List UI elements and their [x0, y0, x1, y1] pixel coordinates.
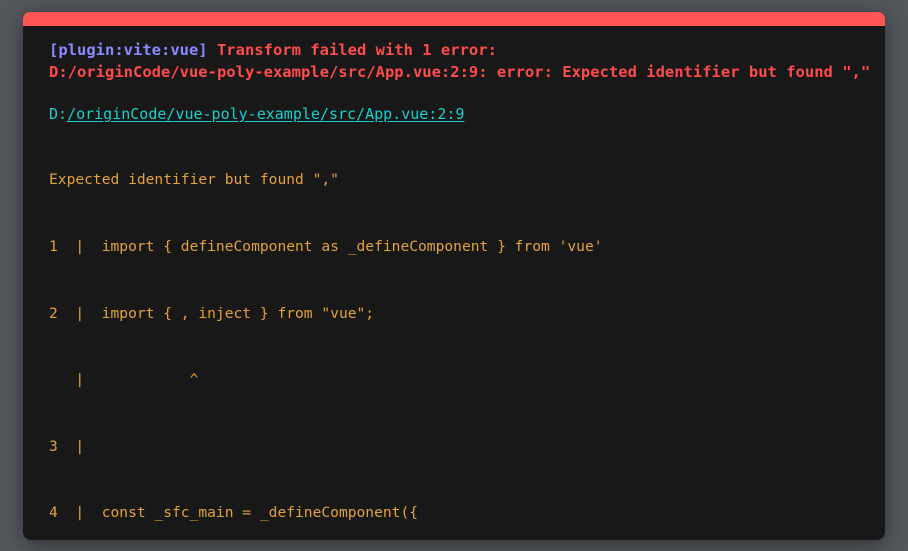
code-frame-line: 4 | const _sfc_main = _defineComponent({: [49, 504, 419, 522]
overlay-content: [plugin:vite:vue] Transform failed with …: [23, 26, 885, 540]
code-frame-caret: | ^: [49, 371, 199, 389]
code-frame-line: 1 | import { defineComponent as _defineC…: [49, 238, 603, 256]
error-detail: D:/originCode/vue-poly-example/src/App.v…: [49, 62, 871, 81]
error-headline: [plugin:vite:vue] Transform failed with …: [49, 40, 859, 62]
code-frame-line: 3 |: [49, 437, 102, 455]
file-link-prefix: D:: [49, 105, 68, 123]
vite-error-overlay: [plugin:vite:vue] Transform failed with …: [23, 12, 885, 540]
error-headline-text: Transform failed with 1 error:: [207, 41, 497, 59]
overlay-accent-bar: [23, 12, 885, 26]
code-frame-reason: Expected identifier but found ",": [49, 171, 339, 189]
code-frame-line: 2 | import { , inject } from "vue";: [49, 304, 375, 322]
file-link-path: /originCode/vue-poly-example/src/App.vue…: [67, 105, 465, 123]
code-frame: Expected identifier but found "," 1 | im…: [49, 125, 859, 540]
error-file-link[interactable]: D:/originCode/vue-poly-example/src/App.v…: [49, 103, 859, 125]
plugin-tag: [plugin:vite:vue]: [49, 41, 208, 59]
